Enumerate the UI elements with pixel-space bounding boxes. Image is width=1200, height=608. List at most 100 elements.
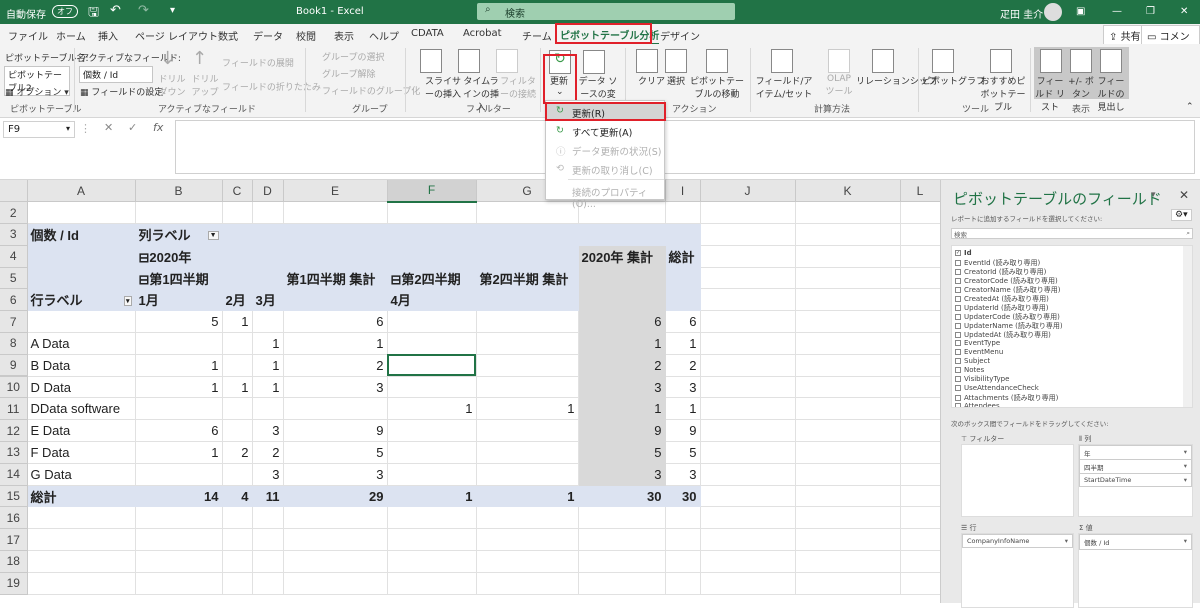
formula-input[interactable] — [175, 120, 1195, 174]
cell-C5[interactable] — [222, 267, 253, 290]
cell-I8[interactable]: 1 — [665, 332, 701, 355]
cell-K3[interactable] — [795, 223, 901, 246]
cell-H8[interactable]: 1 — [578, 332, 666, 355]
tab-13[interactable]: デザイン — [660, 28, 700, 43]
cell-K14[interactable] — [795, 463, 901, 486]
cell-H15[interactable]: 30 — [578, 485, 666, 508]
cell-I4[interactable]: 総計 — [665, 245, 701, 268]
maximize-icon[interactable]: ❐ — [1146, 6, 1155, 17]
checkbox[interactable] — [955, 332, 961, 338]
cell-K15[interactable] — [795, 485, 901, 508]
redo-icon[interactable]: ↷ — [138, 3, 149, 18]
options-button[interactable]: ▦ オプション ▾ — [5, 85, 69, 98]
cell-H6[interactable] — [578, 288, 666, 312]
cell-F17[interactable] — [387, 528, 477, 552]
column-header-I[interactable]: I — [665, 180, 701, 203]
cell-D7[interactable] — [252, 310, 284, 334]
menu-item-cancel-refresh[interactable]: 更新の取り消し(C) — [572, 163, 653, 177]
column-label-filter-icon[interactable]: ▼ — [207, 230, 219, 240]
search-box[interactable]: ⌕ 検索 — [477, 3, 735, 20]
row-header[interactable]: 11 — [0, 397, 28, 421]
fields-items-button[interactable]: フィールド/アイテム/セット — [755, 74, 813, 100]
cell-B13[interactable]: 1 — [135, 441, 223, 464]
menu-item-refresh[interactable]: 更新(R) — [572, 106, 605, 120]
cell-B3[interactable]: 列ラベル ▼ — [135, 223, 223, 246]
cell-F4[interactable] — [387, 245, 477, 268]
cell-I7[interactable]: 6 — [665, 310, 701, 334]
cell-A18[interactable] — [27, 550, 136, 573]
cell-F13[interactable] — [387, 441, 477, 464]
cell-I17[interactable] — [665, 528, 701, 552]
cell-H17[interactable] — [578, 528, 666, 552]
cell-E19[interactable] — [283, 572, 388, 595]
expand-field-button[interactable]: フィールドの展開 — [222, 56, 294, 69]
cell-A10[interactable]: D Data — [27, 376, 136, 399]
autosave-toggle[interactable]: オフ — [52, 5, 78, 18]
cell-C16[interactable] — [222, 506, 253, 530]
cell-F19[interactable] — [387, 572, 477, 595]
cell-D12[interactable]: 3 — [252, 419, 284, 443]
name-box[interactable]: F9 ▾ — [3, 121, 75, 138]
cell-B7[interactable]: 5 — [135, 310, 223, 334]
cell-L6[interactable] — [900, 288, 940, 312]
cell-L13[interactable] — [900, 441, 940, 464]
row-header[interactable]: 9 — [0, 354, 28, 378]
drill-up-button[interactable]: ドリル アップ — [188, 72, 222, 98]
cell-C17[interactable] — [222, 528, 253, 552]
select-button[interactable]: 選択 — [667, 74, 685, 87]
cell-A19[interactable] — [27, 572, 136, 595]
cell-C19[interactable] — [222, 572, 253, 595]
tab-6[interactable]: 校閲 — [296, 28, 316, 43]
cell-H3[interactable] — [578, 223, 666, 246]
cell-F15[interactable]: 1 — [387, 485, 477, 508]
checkbox[interactable] — [955, 385, 961, 391]
cell-D14[interactable]: 3 — [252, 463, 284, 486]
cell-E15[interactable]: 29 — [283, 485, 388, 508]
checkbox[interactable] — [955, 278, 961, 284]
field-item[interactable]: VisibilityType — [955, 375, 1009, 383]
cell-L9[interactable] — [900, 354, 940, 377]
cell-A11[interactable]: DData software — [27, 397, 136, 421]
cell-B9[interactable]: 1 — [135, 354, 223, 377]
cell-C8[interactable] — [222, 332, 253, 355]
cell-B8[interactable] — [135, 332, 223, 355]
function-icon[interactable]: fx — [153, 121, 163, 134]
cell-J15[interactable] — [700, 485, 796, 508]
cell-K4[interactable] — [795, 245, 901, 268]
cell-K16[interactable] — [795, 506, 901, 530]
cell-K13[interactable] — [795, 441, 901, 464]
field-list[interactable]: ✓ Id EventId (読み取り専用) CreatorId (読み取り専用) Cre… — [951, 245, 1193, 408]
cell-G17[interactable] — [476, 528, 579, 552]
cell-F3[interactable] — [387, 223, 477, 246]
cell-A3[interactable]: 個数 / Id — [27, 223, 136, 246]
cell-A6[interactable]: 行ラベル ▾ — [27, 288, 136, 312]
field-headers-button[interactable]: フィールドの見出し — [1094, 74, 1128, 113]
cell-E16[interactable] — [283, 506, 388, 530]
cell-B5[interactable]: ⊟第1四半期 — [135, 267, 223, 290]
cell-E4[interactable] — [283, 245, 388, 268]
row-header[interactable]: 3 — [0, 223, 28, 246]
cell-J16[interactable] — [700, 506, 796, 530]
cell-C9[interactable] — [222, 354, 253, 377]
plus-minus-button[interactable]: +/- ボタン — [1068, 74, 1094, 100]
insert-slicer-button[interactable]: スライサーの挿入 — [424, 74, 462, 100]
field-item[interactable]: Notes — [955, 366, 984, 374]
cell-D9[interactable]: 1 — [252, 354, 284, 377]
group-selection-button[interactable]: グループの選択 — [322, 50, 384, 63]
cell-G19[interactable] — [476, 572, 579, 595]
cell-G13[interactable] — [476, 441, 579, 464]
cell-F8[interactable] — [387, 332, 477, 355]
cell-J19[interactable] — [700, 572, 796, 595]
cell-E14[interactable]: 3 — [283, 463, 388, 486]
cell-E9[interactable]: 2 — [283, 354, 388, 377]
save-icon[interactable]: 🖫 — [88, 3, 99, 25]
cell-F14[interactable] — [387, 463, 477, 486]
cell-E6[interactable] — [283, 288, 388, 312]
cell-F2[interactable] — [387, 201, 477, 225]
cell-G5[interactable]: 第2四半期 集計 — [476, 267, 579, 290]
close-icon[interactable]: ✕ — [1179, 188, 1189, 202]
cell-J12[interactable] — [700, 419, 796, 443]
cell-I12[interactable]: 9 — [665, 419, 701, 443]
cell-B10[interactable]: 1 — [135, 376, 223, 399]
cell-B2[interactable] — [135, 201, 223, 225]
